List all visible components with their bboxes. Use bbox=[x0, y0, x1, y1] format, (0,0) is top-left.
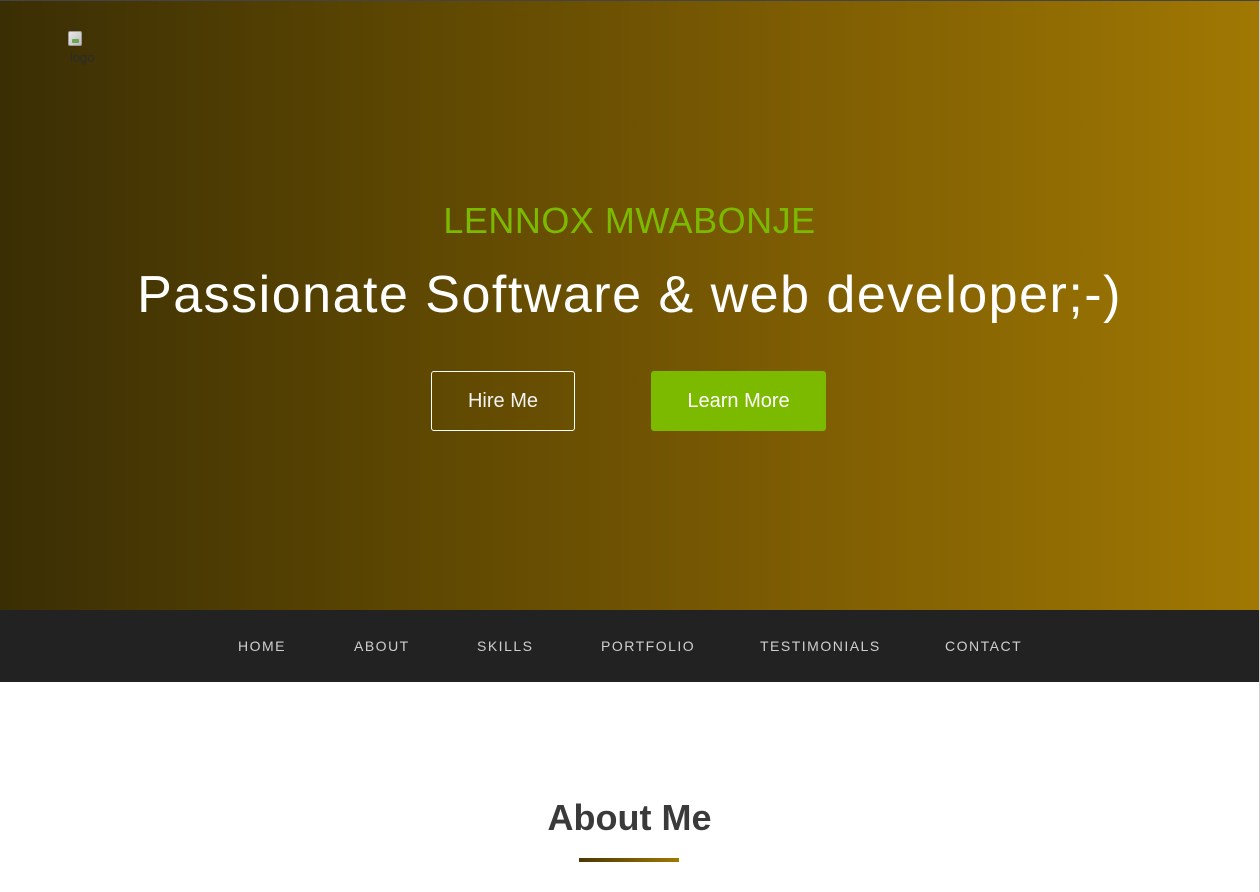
page: logo LENNOX MWABONJE Passionate Software… bbox=[0, 0, 1260, 892]
title-underline bbox=[579, 858, 679, 862]
main-navbar: HOME ABOUT SKILLS PORTFOLIO TESTIMONIALS… bbox=[0, 610, 1259, 682]
hero-tagline: Passionate Software & web developer;-) bbox=[137, 266, 1122, 324]
nav-item-portfolio[interactable]: PORTFOLIO bbox=[601, 610, 695, 682]
broken-image-icon bbox=[68, 31, 82, 46]
logo[interactable]: logo bbox=[68, 31, 108, 65]
nav-item-contact[interactable]: CONTACT bbox=[945, 610, 1022, 682]
hero-name: LENNOX MWABONJE bbox=[443, 200, 816, 241]
nav-item-about[interactable]: ABOUT bbox=[354, 610, 410, 682]
logo-alt-text: logo bbox=[70, 50, 95, 65]
learn-more-button[interactable]: Learn More bbox=[651, 371, 826, 431]
nav-item-skills[interactable]: SKILLS bbox=[477, 610, 533, 682]
hero-section: logo LENNOX MWABONJE Passionate Software… bbox=[0, 1, 1259, 610]
hire-me-button[interactable]: Hire Me bbox=[431, 371, 575, 431]
nav-item-home[interactable]: HOME bbox=[238, 610, 286, 682]
nav-item-testimonials[interactable]: TESTIMONIALS bbox=[760, 610, 881, 682]
about-title: About Me bbox=[547, 797, 712, 838]
